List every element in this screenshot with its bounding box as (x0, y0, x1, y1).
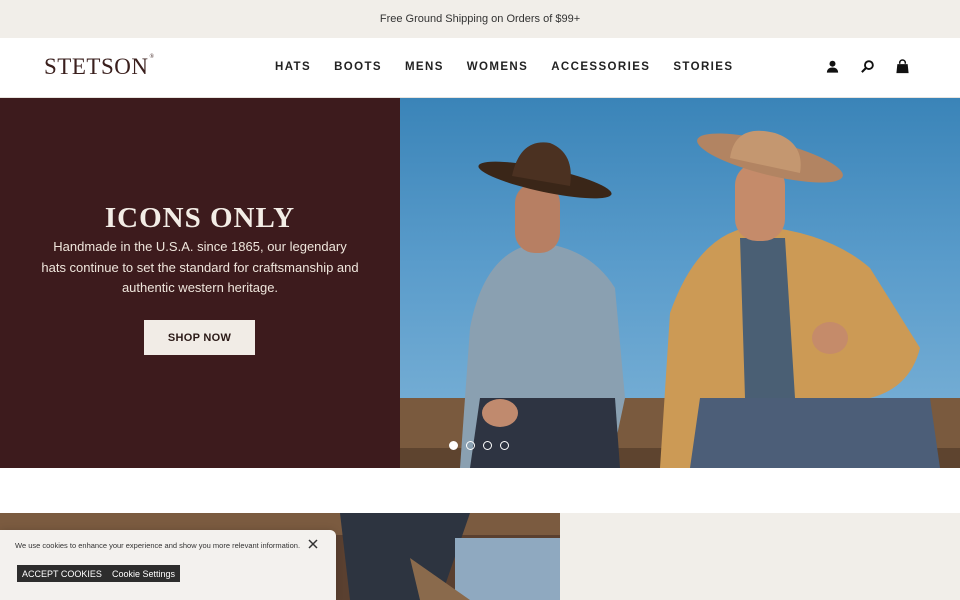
site-header: STETSON® HATS BOOTS MENS WOMENS ACCESSOR… (0, 38, 960, 98)
search-icon[interactable] (860, 59, 875, 74)
carousel-dots (449, 441, 509, 450)
bag-icon[interactable] (895, 59, 910, 74)
nav-mens[interactable]: MENS (405, 61, 444, 73)
nav-stories[interactable]: STORIES (673, 61, 733, 73)
carousel-dot-2[interactable] (466, 441, 475, 450)
nav-accessories[interactable]: ACCESSORIES (551, 61, 650, 73)
stetson-logo[interactable]: STETSON® (44, 54, 155, 80)
cookie-text: We use cookies to enhance your experienc… (15, 541, 301, 550)
nav-womens[interactable]: WOMENS (467, 61, 528, 73)
cookie-settings-button[interactable]: Cookie Settings (107, 565, 181, 582)
header-icons (825, 59, 910, 74)
account-icon[interactable] (825, 59, 840, 74)
shop-now-button[interactable]: SHOP NOW (144, 320, 255, 355)
hero-title: ICONS ONLY (104, 202, 296, 234)
promo-text: Free Ground Shipping on Orders of $99+ (379, 13, 581, 25)
carousel-dot-4[interactable] (500, 441, 509, 450)
accept-cookies-button[interactable]: ACCEPT COOKIES (17, 565, 107, 582)
main-nav: HATS BOOTS MENS WOMENS ACCESSORIES STORI… (275, 61, 733, 73)
carousel-dot-3[interactable] (483, 441, 492, 450)
nav-hats[interactable]: HATS (275, 61, 311, 73)
hero-image[interactable] (400, 98, 960, 468)
hero-copy: Handmade in the U.S.A. since 1865, our l… (41, 239, 359, 295)
hero-panel: ICONS ONLY Handmade in the U.S.A. since … (0, 98, 400, 468)
nav-boots[interactable]: BOOTS (334, 61, 382, 73)
two-cowboys-on-fence-photo (400, 130, 960, 468)
cookie-banner: We use cookies to enhance your experienc… (0, 530, 336, 600)
secondary-promo-panel (560, 513, 960, 600)
carousel-dot-1[interactable] (449, 441, 458, 450)
promo-bar: Free Ground Shipping on Orders of $99+ (0, 0, 960, 38)
close-icon[interactable] (306, 537, 320, 551)
